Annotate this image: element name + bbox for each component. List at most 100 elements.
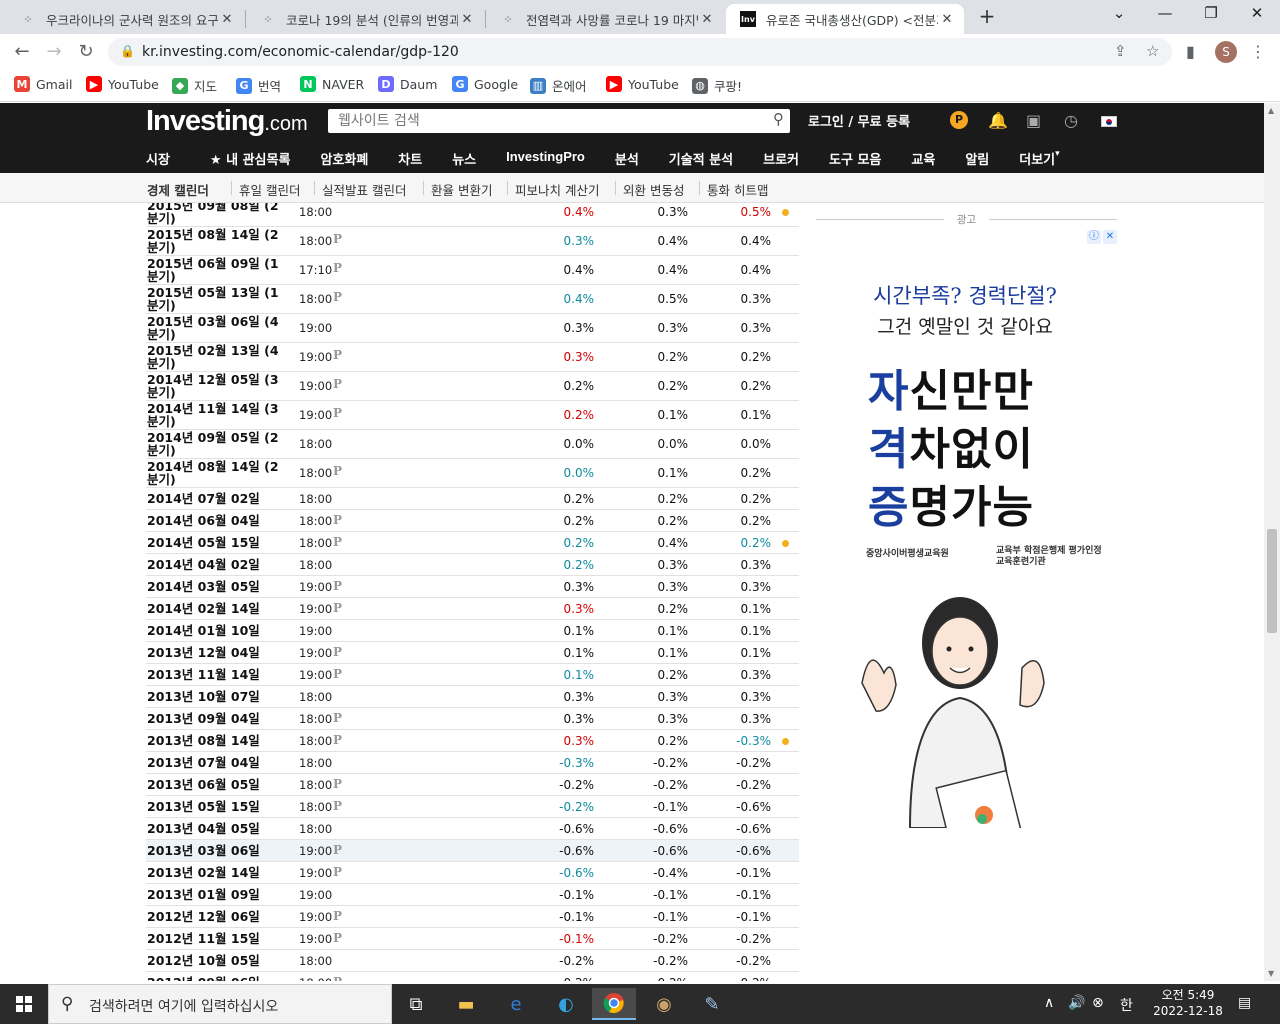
preliminary-icon[interactable]: P <box>333 261 342 275</box>
main-nav-item[interactable]: 기술적 분석 <box>669 149 733 169</box>
browser-tab[interactable]: ⁘ 우크라이나의 군사력 원조의 요구 ✕ <box>6 4 244 34</box>
revision-dot-icon[interactable] <box>782 540 789 547</box>
browser-tab[interactable]: Inv 유로존 국내총생산(GDP) <전분기 ✕ <box>726 4 964 34</box>
browser-tab[interactable]: ⁘ 전염력과 사망률 코로나 19 마지막 ✕ <box>486 4 724 34</box>
main-nav-item[interactable]: 브로커 <box>763 149 799 169</box>
preliminary-icon[interactable]: P <box>333 931 342 945</box>
profile-avatar[interactable]: S <box>1215 41 1237 63</box>
preliminary-icon[interactable]: P <box>333 865 342 879</box>
subnav-item[interactable]: 휴일 캘린더 <box>239 180 300 199</box>
preliminary-icon[interactable]: P <box>333 601 342 615</box>
bell-icon[interactable]: 🔔 <box>988 111 1008 130</box>
preliminary-icon[interactable]: P <box>333 232 342 246</box>
main-nav-item[interactable]: 뉴스 <box>452 149 476 169</box>
bookmark-star-icon[interactable]: ☆ <box>1146 42 1159 60</box>
portfolio-icon[interactable]: ▣ <box>1026 111 1041 130</box>
preliminary-icon[interactable]: P <box>333 733 342 747</box>
revision-dot-icon[interactable] <box>782 738 789 745</box>
subnav-item[interactable]: 외환 변동성 <box>623 180 684 199</box>
site-search-input[interactable] <box>328 109 748 133</box>
preliminary-icon[interactable]: P <box>333 777 342 791</box>
browser-tab[interactable]: ⁘ 코로나 19의 분석 (인류의 번영과 ✕ <box>246 4 484 34</box>
close-tab-icon[interactable]: ✕ <box>218 12 236 27</box>
address-bar[interactable]: 🔒 kr.investing.com/economic-calendar/gdp… <box>108 38 1172 66</box>
search-icon[interactable]: ⚲ <box>773 110 784 128</box>
bookmark-item[interactable]: ◍ 쿠팡! <box>692 76 742 95</box>
subnav-item[interactable]: 환율 변환기 <box>431 180 492 199</box>
main-nav-item[interactable]: 시장 <box>146 149 170 169</box>
main-nav-item[interactable]: 알림 <box>965 149 989 169</box>
main-nav-item[interactable]: 차트 <box>398 149 422 169</box>
bookmark-item[interactable]: G 번역 <box>236 76 281 95</box>
tray-chevron-icon[interactable]: ∧ <box>1044 995 1054 1011</box>
ad-close-icon[interactable]: ✕ <box>1103 230 1117 244</box>
main-nav-item[interactable]: 암호화폐 <box>320 149 368 169</box>
close-tab-icon[interactable]: ✕ <box>938 12 956 27</box>
preliminary-icon[interactable]: P <box>333 909 342 923</box>
volume-icon[interactable]: 🔊 <box>1068 995 1085 1011</box>
paint-app-icon[interactable]: ✎ <box>690 988 734 1020</box>
maximize-button[interactable]: ❐ <box>1188 4 1234 28</box>
preliminary-icon[interactable]: P <box>333 377 342 391</box>
bookmark-item[interactable]: ▶ YouTube <box>606 76 679 92</box>
menu-kebab-icon[interactable]: ⋮ <box>1250 42 1266 61</box>
back-icon[interactable]: ← <box>10 40 34 64</box>
preliminary-icon[interactable]: P <box>333 975 342 981</box>
tab-search-icon[interactable]: ⌄ <box>1096 4 1142 28</box>
page-scrollbar[interactable]: ▲ ▼ <box>1264 103 1280 981</box>
investing-logo[interactable]: Investing.com <box>146 105 308 138</box>
bookmark-item[interactable]: ▥ 온에어 <box>530 76 587 95</box>
side-panel-icon[interactable]: ▮ <box>1186 42 1195 61</box>
close-tab-icon[interactable]: ✕ <box>698 12 716 27</box>
preliminary-icon[interactable]: P <box>333 711 342 725</box>
chrome-icon[interactable] <box>592 988 636 1020</box>
bookmark-item[interactable]: N NAVER <box>300 76 364 92</box>
subnav-item[interactable]: 경제 캘린더 <box>147 180 209 199</box>
owl-app-icon[interactable]: ◉ <box>642 988 686 1020</box>
network-off-icon[interactable]: ⊗ <box>1092 995 1104 1011</box>
bookmark-item[interactable]: M Gmail <box>14 76 72 92</box>
preliminary-icon[interactable]: P <box>333 464 342 478</box>
subnav-item[interactable]: 실적발표 캘린더 <box>322 180 406 199</box>
windows-start-icon[interactable] <box>0 984 48 1024</box>
main-nav-item[interactable]: 더보기 <box>1019 149 1055 169</box>
bookmark-item[interactable]: ◆ 지도 <box>172 76 217 95</box>
subnav-item[interactable]: 통화 히트맵 <box>707 180 768 199</box>
login-register-link[interactable]: 로그인 / 무료 등록 <box>808 111 910 130</box>
taskbar-clock[interactable]: 오전 5:49 2022-12-18 <box>1150 987 1226 1019</box>
ime-indicator[interactable]: 한 <box>1120 995 1133 1015</box>
scroll-down-icon[interactable]: ▼ <box>1268 969 1274 978</box>
minimize-button[interactable]: — <box>1142 4 1188 28</box>
main-nav-item[interactable]: 교육 <box>911 149 935 169</box>
ad-banner[interactable]: ⓘ ✕ 시간부족? 경력단절? 그건 옛말인 것 같아요 자신만만 격차없이 증명가… <box>840 228 1117 828</box>
close-tab-icon[interactable]: ✕ <box>458 12 476 27</box>
main-nav-item[interactable]: InvestingPro <box>506 149 585 169</box>
revision-dot-icon[interactable] <box>782 209 789 216</box>
main-nav-item[interactable]: 도구 모음 <box>829 149 881 169</box>
preliminary-icon[interactable]: P <box>333 290 342 304</box>
preliminary-icon[interactable]: P <box>333 667 342 681</box>
bookmark-item[interactable]: G Google <box>452 76 518 92</box>
notifications-icon[interactable]: ▤ <box>1238 995 1251 1011</box>
pro-badge-icon[interactable]: P <box>950 111 968 129</box>
ad-info-icon[interactable]: ⓘ <box>1087 230 1101 244</box>
clock-icon[interactable]: ◷ <box>1064 111 1078 130</box>
share-icon[interactable]: ⇪ <box>1114 42 1127 60</box>
site-search[interactable]: ⚲ <box>328 109 790 133</box>
edge-icon[interactable]: ◐ <box>544 988 588 1020</box>
preliminary-icon[interactable]: P <box>333 843 342 857</box>
preliminary-icon[interactable]: P <box>333 799 342 813</box>
main-nav-item[interactable]: 분석 <box>615 149 639 169</box>
internet-explorer-icon[interactable]: e <box>494 988 538 1020</box>
new-tab-button[interactable]: + <box>976 5 998 27</box>
forward-icon[interactable]: → <box>42 40 66 64</box>
file-explorer-icon[interactable]: ▬ <box>444 988 488 1020</box>
subnav-item[interactable]: 피보나치 계산기 <box>515 180 599 199</box>
main-nav-item[interactable]: ★ 내 관심목록 <box>210 149 291 169</box>
korea-flag-icon[interactable] <box>1101 116 1117 127</box>
scroll-up-icon[interactable]: ▲ <box>1268 106 1274 115</box>
url-text[interactable]: kr.investing.com/economic-calendar/gdp-1… <box>142 44 459 60</box>
preliminary-icon[interactable]: P <box>333 535 342 549</box>
taskbar-search[interactable]: ⚲ 검색하려면 여기에 입력하십시오 <box>48 984 392 1024</box>
preliminary-icon[interactable]: P <box>333 513 342 527</box>
